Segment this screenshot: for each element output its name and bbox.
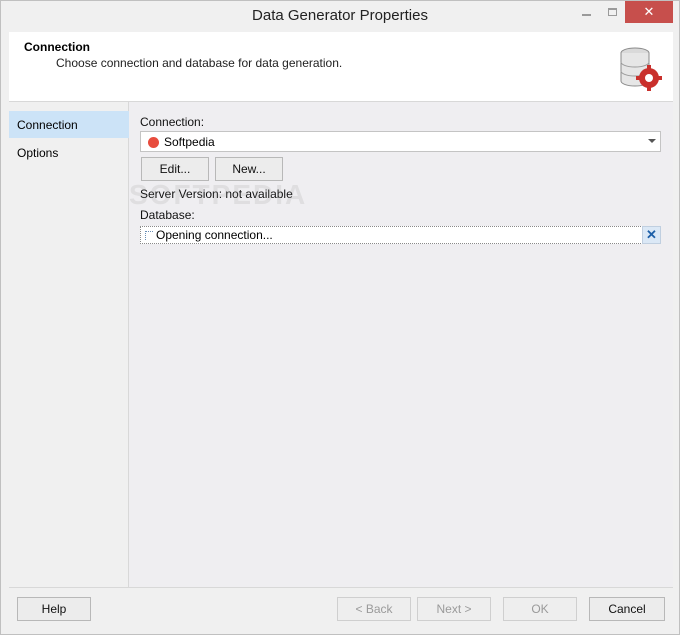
chevron-down-icon[interactable]: [648, 139, 656, 143]
cancel-loading-button[interactable]: ✕: [642, 226, 661, 244]
ok-button[interactable]: OK: [503, 597, 577, 621]
minimize-icon: [581, 14, 591, 16]
sidebar: Connection Options: [9, 102, 129, 587]
maximize-icon: [607, 8, 617, 16]
close-button[interactable]: ✕: [625, 1, 673, 23]
database-field[interactable]: Opening connection...: [140, 226, 643, 244]
connection-status-icon: [148, 137, 159, 148]
back-button[interactable]: < Back: [337, 597, 411, 621]
watermark: SOFTPEDIA: [129, 179, 308, 210]
sidebar-item-connection[interactable]: Connection: [9, 111, 129, 138]
connection-select[interactable]: Softpedia: [140, 131, 661, 152]
page-title: Connection: [24, 40, 90, 54]
connection-value: Softpedia: [164, 135, 215, 149]
cancel-button[interactable]: Cancel: [589, 597, 665, 621]
dialog-footer: Help < Back Next > OK Cancel: [9, 587, 673, 629]
dialog-window: Data Generator Properties ✕ Connection C…: [0, 0, 680, 635]
minimize-button[interactable]: [573, 1, 599, 23]
edit-button[interactable]: Edit...: [141, 157, 209, 181]
next-button[interactable]: Next >: [417, 597, 491, 621]
page-header: Connection Choose connection and databas…: [9, 32, 673, 102]
maximize-button[interactable]: [599, 1, 625, 23]
help-button[interactable]: Help: [17, 597, 91, 621]
new-button[interactable]: New...: [215, 157, 283, 181]
title-bar[interactable]: Data Generator Properties ✕: [1, 1, 679, 32]
database-value: Opening connection...: [156, 228, 273, 242]
main-content: Connection: Softpedia Edit... New... Ser…: [129, 102, 673, 587]
database-settings-icon: [620, 47, 662, 91]
page-subtitle: Choose connection and database for data …: [56, 56, 343, 70]
loading-spinner-icon: [145, 231, 153, 240]
connection-label: Connection:: [140, 115, 205, 129]
sidebar-item-options[interactable]: Options: [9, 139, 129, 166]
